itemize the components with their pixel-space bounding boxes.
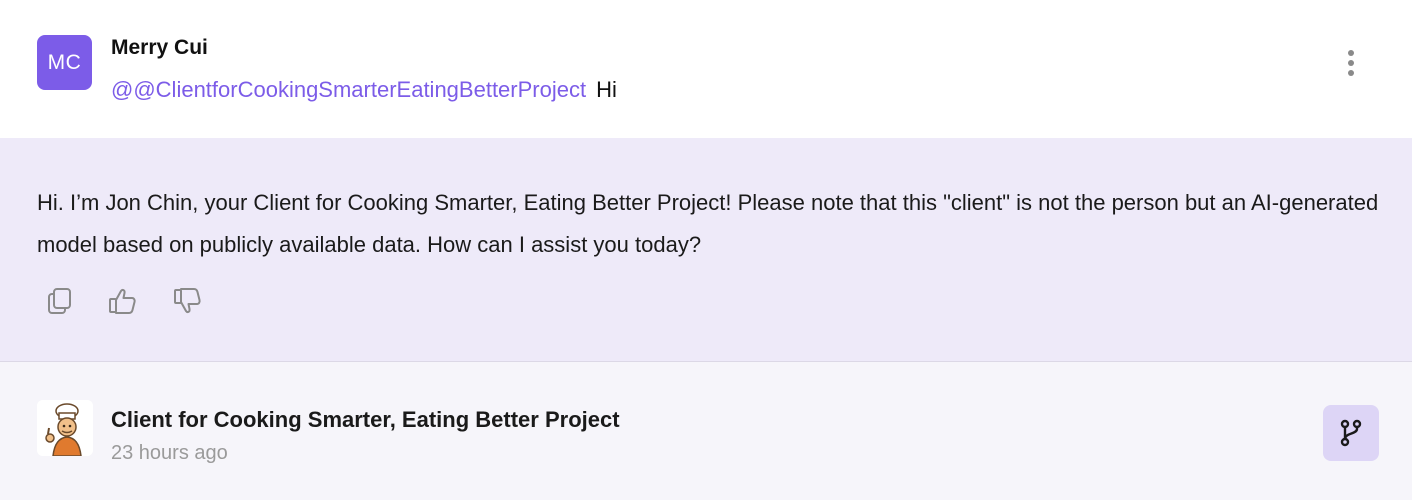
more-vertical-icon [1348, 50, 1354, 56]
chef-avatar-icon [37, 400, 93, 456]
thumbs-down-icon [174, 288, 201, 314]
user-message: MC Merry Cui @@ClientforCookingSmarterEa… [0, 0, 1412, 138]
avatar-initials: MC [47, 50, 82, 74]
timestamp: 23 hours ago [111, 442, 228, 464]
user-name: Merry Cui [111, 36, 208, 59]
copy-button[interactable] [45, 286, 75, 316]
ai-message-text: Hi. I’m Jon Chin, your Client for Cookin… [37, 190, 1379, 257]
bot-avatar [37, 400, 93, 456]
user-avatar: MC [37, 35, 92, 90]
ai-message: Hi. I’m Jon Chin, your Client for Cookin… [0, 138, 1412, 362]
more-options-button[interactable] [1338, 46, 1364, 80]
user-message-text: Hi [596, 77, 617, 102]
branch-icon [1340, 419, 1362, 447]
thumbs-up-button[interactable] [108, 286, 138, 316]
thumbs-down-button[interactable] [173, 286, 203, 316]
branch-button[interactable] [1323, 405, 1379, 461]
mention-link[interactable]: @@ClientforCookingSmarterEatingBetterPro… [111, 77, 586, 102]
thumbs-up-icon [109, 288, 136, 314]
user-message-line: @@ClientforCookingSmarterEatingBetterPro… [111, 77, 617, 103]
copy-icon [48, 288, 71, 314]
bot-footer: Client for Cooking Smarter, Eating Bette… [0, 362, 1412, 500]
bot-name: Client for Cooking Smarter, Eating Bette… [111, 407, 620, 432]
